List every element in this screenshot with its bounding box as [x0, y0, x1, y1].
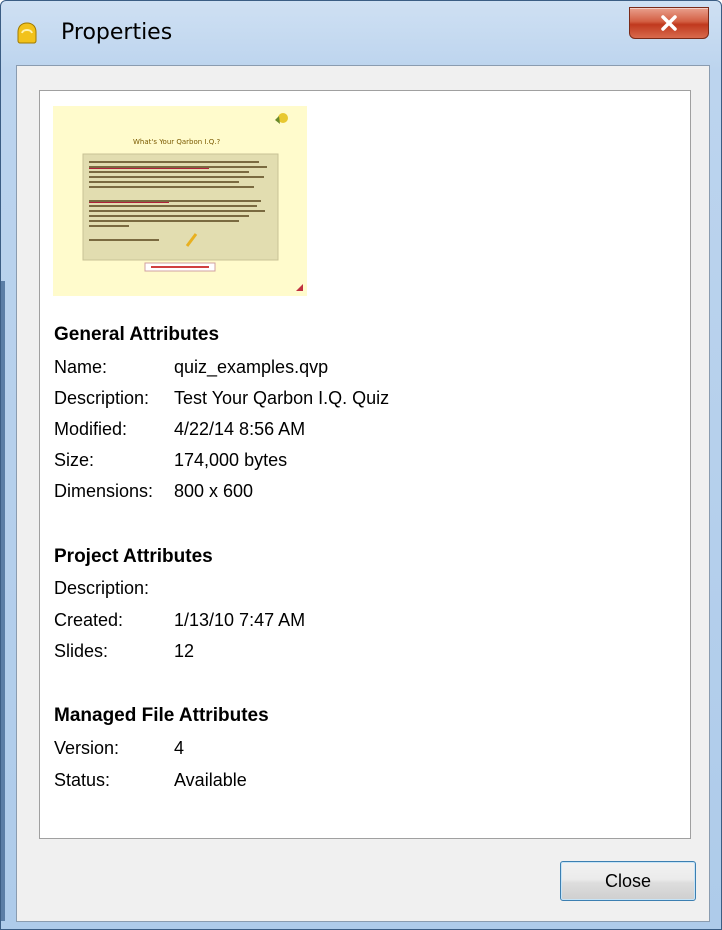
- attr-label: Modified:: [54, 419, 128, 439]
- project-attributes-heading: Project Attributes: [54, 546, 213, 567]
- thumbnail-heading: What's Your Qarbon I.Q.?: [133, 138, 220, 146]
- thumbnail-image: What's Your Qarbon I.Q.?: [53, 106, 307, 296]
- attr-label: Name:: [54, 357, 108, 377]
- attr-value: 1/13/10 7:47 AM: [174, 610, 306, 630]
- close-button[interactable]: Close: [560, 861, 696, 901]
- attr-label: Version:: [54, 738, 120, 758]
- close-x-icon: [661, 15, 677, 31]
- dialog-client-area: What's Your Qarbon I.Q.? General Attribu…: [16, 65, 710, 922]
- attr-label: Description:: [54, 578, 150, 598]
- attr-label: Dimensions:: [54, 481, 154, 501]
- attr-value: 12: [174, 641, 195, 661]
- attr-value: 4/22/14 8:56 AM: [174, 419, 306, 439]
- attr-value: Available: [174, 770, 247, 790]
- app-icon: [17, 22, 37, 44]
- attr-value: 800 x 600: [174, 481, 254, 501]
- window-title: Properties: [61, 20, 173, 45]
- properties-panel: What's Your Qarbon I.Q.? General Attribu…: [39, 90, 691, 839]
- attr-value: 4: [174, 738, 185, 758]
- attr-value: Test Your Qarbon I.Q. Quiz: [174, 388, 390, 408]
- general-attributes-heading: General Attributes: [54, 324, 220, 345]
- attr-label: Created:: [54, 610, 124, 630]
- properties-window: Properties What's Your Qarbon I.Q.? Gene…: [0, 0, 722, 930]
- title-bar[interactable]: Properties: [1, 1, 721, 63]
- attr-label: Status:: [54, 770, 111, 790]
- attr-value: 174,000 bytes: [174, 450, 288, 470]
- close-window-button[interactable]: [629, 7, 709, 39]
- attr-label: Slides:: [54, 641, 109, 661]
- attr-label: Size:: [54, 450, 95, 470]
- slide-thumbnail: What's Your Qarbon I.Q.?: [53, 106, 307, 296]
- managed-file-attributes-heading: Managed File Attributes: [54, 705, 269, 726]
- window-edge: [1, 281, 5, 921]
- attr-value: quiz_examples.qvp: [174, 357, 329, 377]
- attr-label: Description:: [54, 388, 150, 408]
